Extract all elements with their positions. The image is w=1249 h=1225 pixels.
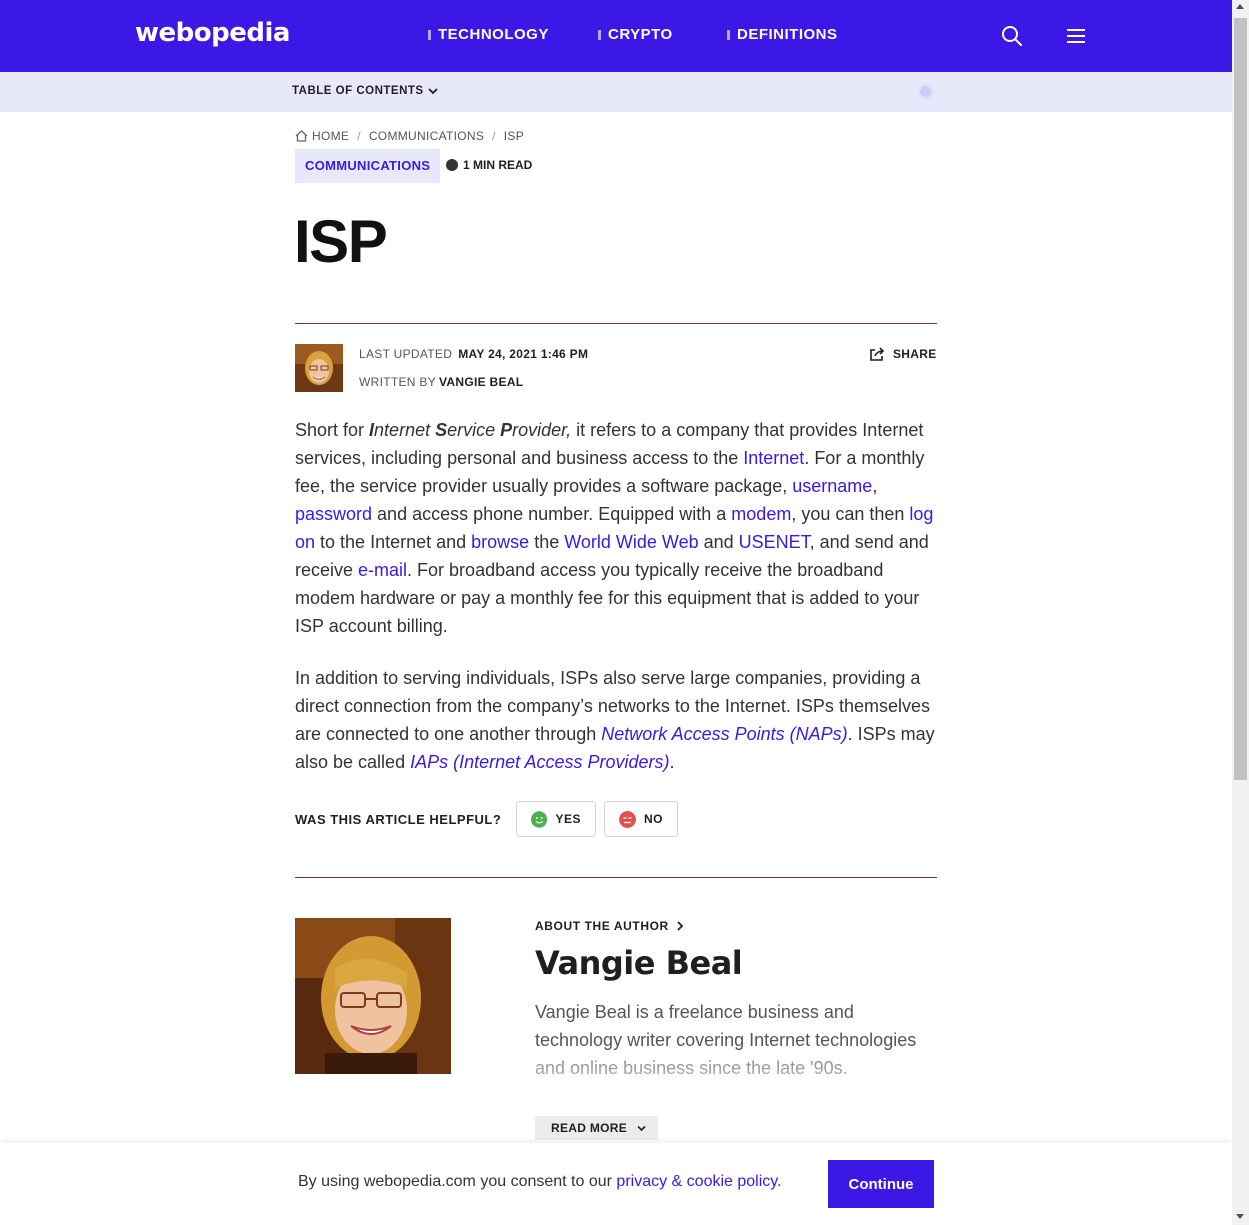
privacy-policy-link[interactable]: privacy & cookie policy: [616, 1173, 777, 1190]
share-label: SHARE: [893, 347, 937, 361]
breadcrumb-home[interactable]: HOME: [295, 129, 349, 143]
bio-fade-overlay: [535, 1050, 937, 1110]
link-internet-access-providers[interactable]: IAPs (Internet Access Providers): [410, 752, 669, 772]
text: P: [500, 420, 513, 440]
breadcrumb-separator: /: [492, 129, 496, 143]
breadcrumb-communications[interactable]: COMMUNICATIONS: [369, 129, 484, 143]
breadcrumb-home-label: HOME: [312, 129, 350, 143]
last-updated-label: LAST UPDATED: [359, 347, 453, 361]
written-by-label: WRITTEN BY: [359, 375, 436, 389]
author-name: Vangie Beal: [535, 944, 743, 982]
text: to the Internet and: [315, 532, 472, 552]
author-avatar-small[interactable]: [295, 344, 343, 392]
about-the-author-link[interactable]: ABOUT THE AUTHOR: [535, 919, 684, 933]
frown-icon: [619, 810, 636, 828]
vote-yes-label: YES: [555, 812, 581, 826]
page-scrollbar[interactable]: [1232, 0, 1249, 1225]
breadcrumb-current: ISP: [503, 129, 525, 143]
about-the-author-label: ABOUT THE AUTHOR: [535, 919, 669, 933]
link-username[interactable]: username: [792, 476, 872, 496]
vote-no-label: NO: [644, 812, 663, 826]
page-title: ISP: [294, 208, 388, 275]
nav-definitions[interactable]: DEFINITIONS: [727, 26, 838, 43]
nav-crypto-label: CRYPTO: [608, 26, 673, 43]
chevron-right-icon: [677, 921, 684, 931]
smile-icon: [531, 810, 548, 828]
text: the: [529, 532, 565, 552]
read-time-label: 1 MIN READ: [463, 158, 533, 172]
text: rovider,: [512, 420, 572, 440]
divider: [295, 323, 937, 324]
article-paragraph: In addition to serving individuals, ISPs…: [295, 664, 937, 776]
link-modem[interactable]: modem: [731, 504, 791, 524]
text: ervice: [447, 420, 501, 440]
divider: [295, 877, 937, 878]
article-paragraph: Short for Internet Service Provider, it …: [295, 416, 937, 640]
read-time: 1 MIN READ: [446, 158, 532, 172]
scroll-down-arrow-icon[interactable]: [1236, 1214, 1244, 1219]
clock-icon: [446, 159, 458, 171]
last-updated: LAST UPDATED MAY 24, 2021 1:46 PM: [359, 347, 588, 361]
nav-technology-label: TECHNOLOGY: [438, 26, 549, 43]
site-logo[interactable]: webopedia: [135, 18, 290, 48]
text: ,: [872, 476, 878, 496]
link-usenet[interactable]: USENET: [739, 532, 810, 552]
toc-label: TABLE OF CONTENTS: [292, 85, 424, 97]
nav-marker: [428, 29, 431, 40]
text: and: [698, 532, 739, 552]
nav-marker: [598, 29, 601, 40]
nav-definitions-label: DEFINITIONS: [737, 26, 838, 43]
author-link[interactable]: VANGIE BEAL: [439, 375, 523, 389]
continue-button[interactable]: Continue: [828, 1160, 934, 1208]
scrollbar-thumb[interactable]: [1234, 18, 1247, 780]
text: .: [669, 752, 675, 772]
category-tag[interactable]: COMMUNICATIONS: [295, 149, 441, 183]
breadcrumb: HOME / COMMUNICATIONS / ISP: [295, 129, 524, 143]
helpful-question: WAS THIS ARTICLE HELPFUL?: [295, 812, 502, 827]
written-by: WRITTEN BY VANGIE BEAL: [359, 375, 523, 389]
cookie-text: By using webopedia.com you consent to ou…: [298, 1173, 782, 1191]
reading-progress-icon: [917, 83, 934, 100]
nav-marker: [727, 29, 730, 40]
toc-bar: TABLE OF CONTENTS: [0, 72, 1232, 112]
nav-crypto[interactable]: CRYPTO: [598, 26, 673, 43]
link-password[interactable]: password: [295, 504, 372, 524]
table-of-contents-button[interactable]: TABLE OF CONTENTS: [292, 85, 438, 97]
link-world-wide-web[interactable]: World Wide Web: [564, 532, 698, 552]
link-browse[interactable]: browse: [471, 532, 529, 552]
chevron-down-icon: [637, 1125, 646, 1131]
last-updated-value: MAY 24, 2021 1:46 PM: [458, 347, 589, 361]
read-more-label: READ MORE: [551, 1121, 628, 1135]
vote-no-button[interactable]: NO: [604, 801, 678, 837]
link-network-access-points[interactable]: Network Access Points (NAPs): [601, 724, 847, 744]
scroll-up-arrow-icon[interactable]: [1236, 4, 1244, 9]
cookie-message-end: .: [777, 1173, 782, 1190]
site-header: webopedia TECHNOLOGY CRYPTO DEFINITIONS: [0, 0, 1232, 72]
share-button[interactable]: SHARE: [869, 347, 937, 361]
cookie-consent-bar: By using webopedia.com you consent to ou…: [0, 1143, 1232, 1225]
link-e-mail[interactable]: e-mail: [358, 560, 407, 580]
text: , you can then: [791, 504, 910, 524]
text: S: [435, 420, 448, 440]
breadcrumb-separator: /: [357, 129, 361, 143]
search-icon[interactable]: [1000, 24, 1024, 48]
menu-icon[interactable]: [1065, 27, 1087, 45]
vote-yes-button[interactable]: YES: [516, 801, 596, 837]
text: nternet: [374, 420, 436, 440]
home-icon: [295, 130, 308, 142]
read-more-button[interactable]: READ MORE: [535, 1116, 659, 1140]
share-icon: [870, 347, 885, 361]
link-internet[interactable]: Internet: [743, 448, 804, 468]
nav-technology[interactable]: TECHNOLOGY: [428, 26, 549, 43]
text: and access phone number. Equipped with a: [372, 504, 732, 524]
cookie-message: By using webopedia.com you consent to ou…: [298, 1173, 617, 1190]
author-photo[interactable]: [295, 918, 451, 1074]
text: Short for: [295, 420, 370, 440]
chevron-down-icon: [427, 88, 438, 95]
